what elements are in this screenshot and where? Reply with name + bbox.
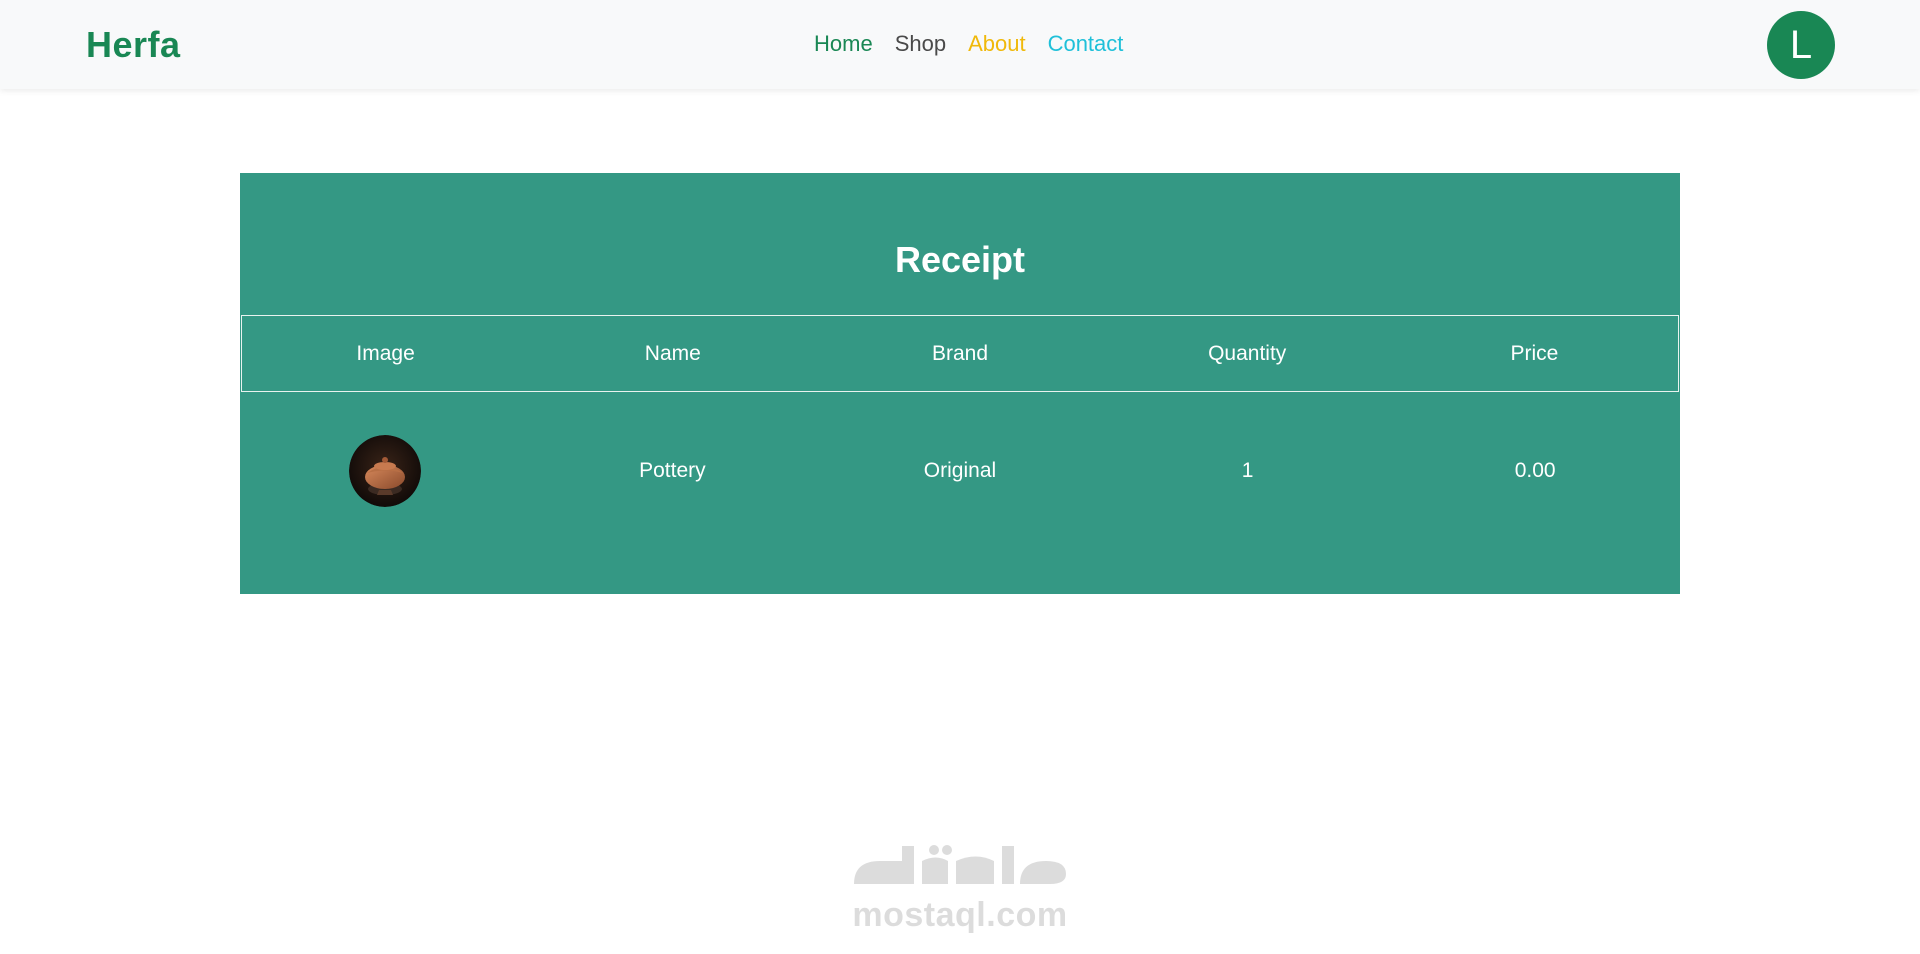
column-header-price: Price	[1510, 341, 1559, 365]
table-header-row: Image Name Brand Quantity Price	[241, 315, 1679, 392]
receipt-title: Receipt	[894, 239, 1026, 280]
column-header-name: Name	[644, 341, 701, 365]
user-avatar[interactable]: L	[1767, 11, 1835, 79]
mostaql-domain-text: mostaql.com	[852, 896, 1068, 934]
nav-link-home[interactable]: Home	[814, 31, 873, 57]
cell-price: 0.00	[1514, 459, 1556, 482]
table-row: Pottery Original 1 0.00	[241, 435, 1679, 507]
cell-image	[241, 435, 529, 507]
nav-link-shop[interactable]: Shop	[895, 31, 946, 57]
brand-logo[interactable]: Herfa	[86, 24, 181, 66]
nav-links: Home Shop About Contact	[814, 31, 1123, 57]
mostaql-watermark: mostaql.com	[844, 826, 1076, 938]
column-header-brand: Brand	[931, 341, 989, 365]
cell-name: Pottery	[639, 459, 706, 482]
cell-quantity: 1	[1241, 459, 1254, 482]
nav-link-about[interactable]: About	[968, 31, 1026, 57]
cell-brand: Original	[923, 459, 997, 482]
nav-link-contact[interactable]: Contact	[1048, 31, 1124, 57]
mostaql-arabic-logo	[854, 845, 1066, 884]
receipt-card: Receipt Image Name Brand Quantity Price	[240, 173, 1680, 594]
pottery-pot-image	[348, 435, 421, 507]
navbar: Herfa Home Shop About Contact L	[0, 0, 1920, 89]
column-header-quantity: Quantity	[1208, 341, 1287, 365]
column-header-image: Image	[356, 341, 415, 365]
